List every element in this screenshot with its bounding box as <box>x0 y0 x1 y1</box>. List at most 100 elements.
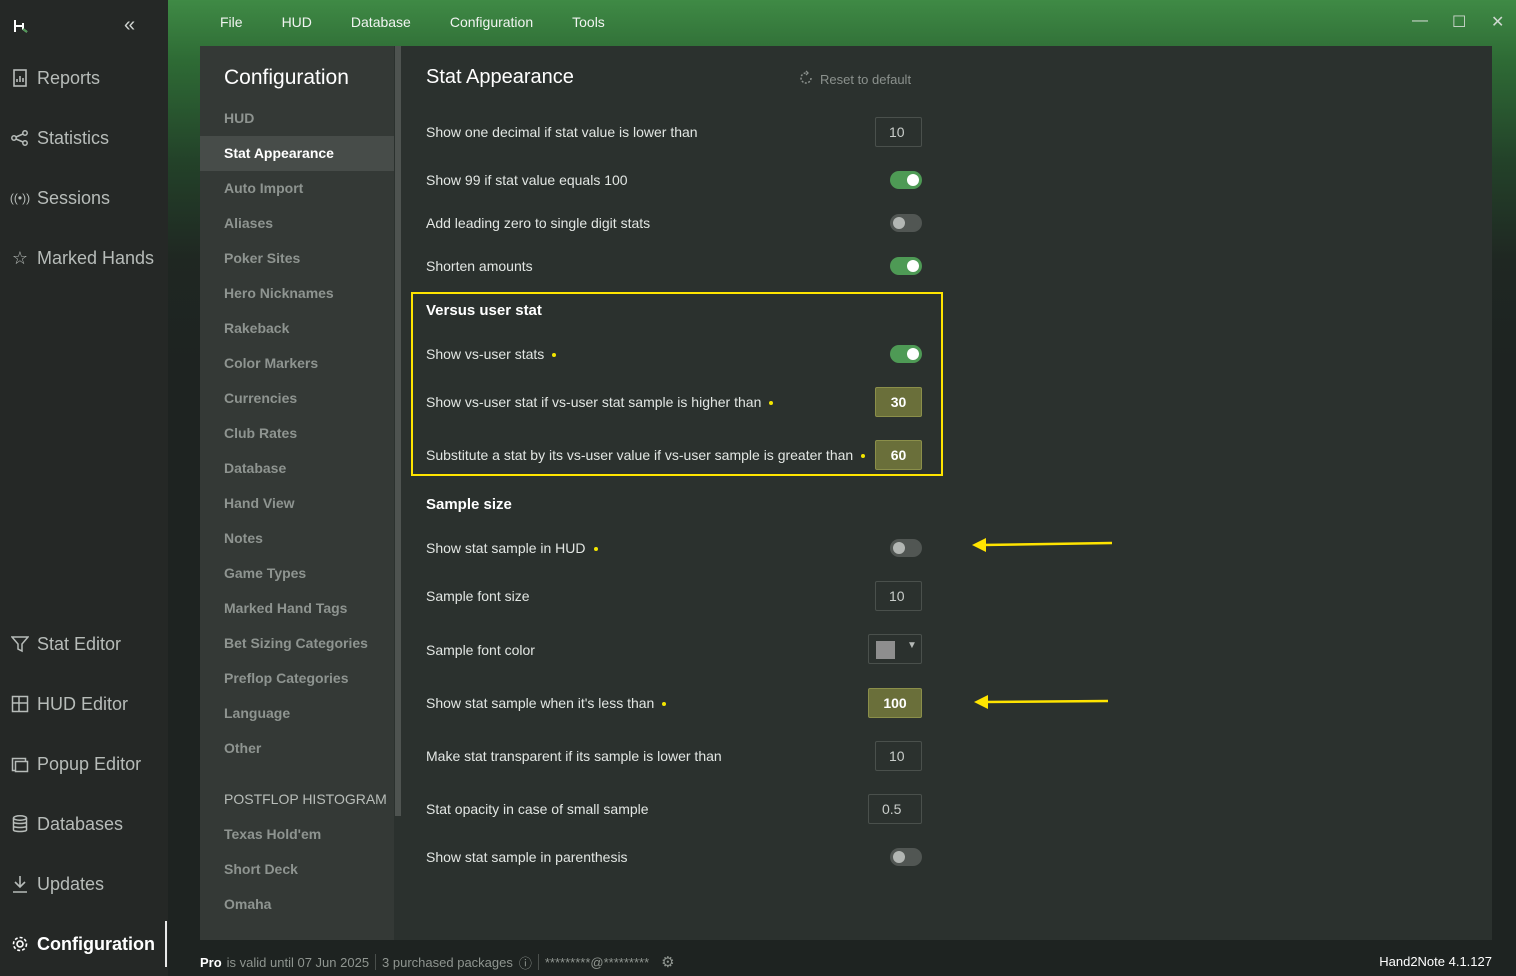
config-nav-scrollbar[interactable] <box>395 46 401 816</box>
modified-dot <box>552 353 557 358</box>
substitute-label: Substitute a stat by its vs-user value i… <box>426 447 866 463</box>
sample-size-heading: Sample size <box>426 496 512 513</box>
toggle-knob <box>893 542 905 554</box>
sessions-icon: ((•)) <box>9 191 31 205</box>
nav-sessions[interactable]: ((•)) Sessions <box>10 183 110 213</box>
nav-statistics-label: Statistics <box>37 127 110 148</box>
config-item-database[interactable]: Database <box>200 451 394 486</box>
modified-dot <box>662 702 667 707</box>
config-item-hud[interactable]: HUD <box>200 101 394 136</box>
config-item-aliases[interactable]: Aliases <box>200 206 394 241</box>
reset-to-default-button[interactable]: Reset to default <box>798 70 911 89</box>
license-plan: Pro <box>200 954 222 970</box>
show-sample-hud-label: Show stat sample in HUD <box>426 540 598 556</box>
database-icon <box>10 814 30 834</box>
parenthesis-label: Show stat sample in parenthesis <box>426 849 628 865</box>
status-bar: Pro is valid until 07 Jun 2025 3 purchas… <box>200 950 675 974</box>
config-item-texas-holdem[interactable]: Texas Hold'em <box>200 817 394 852</box>
show-sample-hud-toggle[interactable] <box>890 539 922 557</box>
config-item-preflop-categories[interactable]: Preflop Categories <box>200 661 394 696</box>
toggle-knob <box>907 260 919 272</box>
config-item-color-markers[interactable]: Color Markers <box>200 346 394 381</box>
config-nav: Configuration HUD Stat Appearance Auto I… <box>200 46 394 940</box>
show-vs-user-toggle[interactable] <box>890 345 922 363</box>
app-logo <box>14 20 28 33</box>
config-item-hand-view[interactable]: Hand View <box>200 486 394 521</box>
modified-dot <box>769 401 774 406</box>
reset-label: Reset to default <box>820 72 912 87</box>
parenthesis-toggle[interactable] <box>890 848 922 866</box>
config-item-notes[interactable]: Notes <box>200 521 394 556</box>
color-swatch <box>876 641 895 659</box>
nav-marked-hands[interactable]: ☆ Marked Hands <box>10 243 154 273</box>
menu-database[interactable]: Database <box>351 14 411 30</box>
vs-user-sample-input[interactable]: 30 <box>875 387 922 417</box>
config-item-poker-sites[interactable]: Poker Sites <box>200 241 394 276</box>
substitute-text: Substitute a stat by its vs-user value i… <box>426 447 854 463</box>
sample-less-than-input[interactable]: 100 <box>868 688 922 718</box>
menu-tools[interactable]: Tools <box>572 14 605 30</box>
nav-databases[interactable]: Databases <box>10 809 123 839</box>
config-item-other[interactable]: Other <box>200 731 394 766</box>
page-title: Stat Appearance <box>426 66 574 88</box>
shorten-amounts-toggle[interactable] <box>890 257 922 275</box>
config-item-club-rates[interactable]: Club Rates <box>200 416 394 451</box>
purchased-packages[interactable]: 3 purchased packages <box>382 955 513 970</box>
config-item-hero-nicknames[interactable]: Hero Nicknames <box>200 276 394 311</box>
info-icon[interactable]: ⓘ <box>519 953 532 972</box>
nav-reports[interactable]: Reports <box>10 63 100 93</box>
show99-toggle[interactable] <box>890 171 922 189</box>
maximize-icon[interactable]: ☐ <box>1452 12 1466 32</box>
config-item-language[interactable]: Language <box>200 696 394 731</box>
one-decimal-input[interactable]: 10 <box>875 117 922 147</box>
nav-popup-editor[interactable]: Popup Editor <box>10 749 141 779</box>
menu-configuration[interactable]: Configuration <box>450 14 533 30</box>
opacity-input[interactable]: 0.5 <box>868 794 922 824</box>
sample-font-color-label: Sample font color <box>426 642 535 658</box>
config-section-postflop-histogram: POSTFLOP HISTOGRAM <box>224 791 387 807</box>
settings-gear-icon[interactable]: ⚙ <box>661 953 674 971</box>
filter-icon <box>10 634 30 654</box>
nav-statistics[interactable]: Statistics <box>10 123 109 153</box>
config-item-auto-import[interactable]: Auto Import <box>200 171 394 206</box>
collapse-sidebar-icon[interactable]: « <box>124 14 135 37</box>
nav-updates[interactable]: Updates <box>10 869 104 899</box>
menu-bar: File HUD Database Configuration Tools <box>220 14 644 30</box>
configuration-panel: Configuration HUD Stat Appearance Auto I… <box>200 46 1492 940</box>
minimize-icon[interactable]: — <box>1412 12 1428 30</box>
app-version: Hand2Note 4.1.127 <box>1379 954 1492 969</box>
config-item-game-types[interactable]: Game Types <box>200 556 394 591</box>
nav-stat-editor[interactable]: Stat Editor <box>10 629 121 659</box>
config-item-rakeback[interactable]: Rakeback <box>200 311 394 346</box>
nav-configuration[interactable]: Configuration <box>10 929 155 959</box>
sample-font-size-input[interactable]: 10 <box>875 581 922 611</box>
toggle-knob <box>907 174 919 186</box>
config-item-bet-sizing-categories[interactable]: Bet Sizing Categories <box>200 626 394 661</box>
show-vs-user-text: Show vs-user stats <box>426 346 545 362</box>
nav-marked-hands-label: Marked Hands <box>37 247 155 268</box>
nav-hud-editor[interactable]: HUD Editor <box>10 689 128 719</box>
config-item-currencies[interactable]: Currencies <box>200 381 394 416</box>
popup-editor-icon <box>10 754 30 774</box>
sample-font-color-picker[interactable]: ▼ <box>868 634 922 664</box>
config-item-short-deck[interactable]: Short Deck <box>200 852 394 887</box>
config-item-stat-appearance[interactable]: Stat Appearance <box>200 136 394 171</box>
gear-icon <box>10 934 30 954</box>
transparent-label: Make stat transparent if its sample is l… <box>426 748 722 764</box>
config-item-omaha[interactable]: Omaha <box>200 887 394 922</box>
sample-font-size-label: Sample font size <box>426 588 530 604</box>
transparent-input[interactable]: 10 <box>875 741 922 771</box>
substitute-input[interactable]: 60 <box>875 440 922 470</box>
close-icon[interactable]: ✕ <box>1491 12 1504 32</box>
menu-file[interactable]: File <box>220 14 243 30</box>
leading-zero-toggle[interactable] <box>890 214 922 232</box>
vs-user-sample-label: Show vs-user stat if vs-user stat sample… <box>426 394 774 410</box>
nav-hud-editor-label: HUD Editor <box>37 693 129 714</box>
vs-user-sample-text: Show vs-user stat if vs-user stat sample… <box>426 394 762 410</box>
menu-hud[interactable]: HUD <box>282 14 312 30</box>
reset-icon <box>798 70 814 89</box>
show-vs-user-label: Show vs-user stats <box>426 346 557 362</box>
nav-popup-editor-label: Popup Editor <box>37 753 142 774</box>
one-decimal-label: Show one decimal if stat value is lower … <box>426 124 698 140</box>
config-item-marked-hand-tags[interactable]: Marked Hand Tags <box>200 591 394 626</box>
